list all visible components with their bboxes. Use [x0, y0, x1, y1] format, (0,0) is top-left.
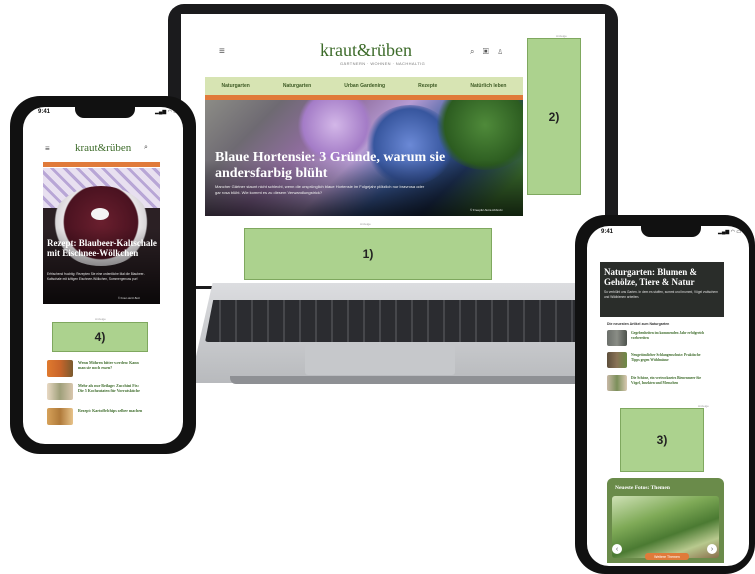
left-phone-logo[interactable]: kraut&rüben — [75, 142, 131, 154]
nav-item-rezepte[interactable]: Rezepte — [418, 83, 437, 89]
right-phone-hero-title[interactable]: Naturgarten: Blumen & Gehölze, Tiere & N… — [604, 267, 724, 287]
ad-slot-3[interactable]: 3) — [620, 408, 704, 472]
ad-slot-1-label: 1) — [362, 247, 374, 261]
more-topics-button[interactable]: Weitere Themen — [645, 553, 689, 560]
left-phone-menu-icon[interactable]: ≡ — [45, 144, 50, 153]
carousel-prev-icon[interactable]: ‹ — [612, 544, 622, 554]
right-phone-time: 9:41 — [601, 229, 614, 235]
list-item-thumbnail[interactable] — [47, 383, 73, 400]
ad-slot-4-label: 4) — [94, 330, 106, 344]
right-phone-status-icons: ▂▄▆ ◠ ▭ — [718, 229, 742, 235]
ad-slot-3-label: 3) — [656, 433, 668, 447]
carousel-next-icon-glyph: › — [710, 545, 714, 553]
laptop-header-icons[interactable]: ⌕ ▣ ♙ — [470, 47, 506, 57]
left-phone-hero-text: Erfrischend fruchtig: Rezepten Sie eine … — [47, 272, 145, 281]
ad-slot-2-label: 2) — [548, 109, 560, 124]
ad-slot-4[interactable]: 4) — [52, 322, 148, 352]
laptop-menu-icon[interactable]: ≡ — [219, 46, 225, 57]
left-phone-status-icons: ▂▄▆ ◠ ▭ — [155, 109, 179, 115]
meringue-cloud — [91, 208, 109, 220]
laptop-trackpad — [305, 345, 455, 375]
list-item-title[interactable]: Wenn Möhren bitter werden: Kann man sie … — [78, 360, 144, 370]
left-phone-notch — [75, 104, 135, 118]
right-phone-notch — [641, 222, 701, 237]
list-item-title[interactable]: Neugetümlicher Schlangenschutz: Praktisc… — [631, 353, 709, 362]
ad-label: Anzeige — [360, 222, 371, 226]
left-phone-hero-credit: © Kraut-Hertz-Betz — [118, 297, 140, 300]
laptop-tagline: GÄRTNERN · WOHNEN · NACHHALTIG — [340, 61, 426, 66]
right-phone-section-title: Die neuesten Artikel zum Naturgarten — [607, 322, 670, 326]
list-item-title[interactable]: Rezept: Kartoffelchips selber machen — [78, 408, 144, 413]
laptop-logo[interactable]: kraut&rüben — [320, 40, 412, 61]
list-item-thumbnail[interactable] — [47, 408, 73, 425]
nav-item-naturgarten[interactable]: Naturgarten — [222, 83, 250, 89]
more-topics-button-label: Weitere Themen — [654, 554, 680, 559]
laptop-hero-credit: © Freepik/ Akira Abbrobi — [470, 208, 503, 212]
left-phone-orange-strip — [43, 162, 160, 167]
list-item-title[interactable]: Die Schöne, ein vertrocknetes Bienenmeer… — [631, 376, 709, 385]
ad-slot-1[interactable]: 1) — [244, 228, 492, 280]
list-item-thumbnail[interactable] — [47, 360, 73, 377]
right-phone-teaser-title: Neueste Fotos: Themen — [615, 485, 670, 491]
laptop-hero-title[interactable]: Blaue Hortensie: 3 Gründe, warum sie and… — [215, 150, 515, 182]
left-phone-hero-image[interactable] — [43, 168, 160, 304]
garden-photo[interactable] — [612, 496, 719, 558]
laptop-nav-bar: Naturgarten Naturgarten Urban Gardening … — [205, 77, 523, 95]
laptop-keyboard — [205, 300, 615, 342]
nav-item-naturgarten-2[interactable]: Naturgarten — [283, 83, 311, 89]
left-phone-time: 9:41 — [38, 109, 51, 115]
right-phone-hero-text: So verblüht uns Garten. In dem es stuffe… — [604, 290, 719, 299]
list-item-title[interactable]: Gegebenheiten im kommenden Jahr erfolgre… — [631, 331, 709, 340]
list-item-thumbnail[interactable] — [607, 330, 627, 346]
ad-label: Anzeige — [95, 317, 106, 321]
laptop-front-edge — [230, 376, 600, 384]
left-phone-hero-title[interactable]: Rezept: Blaubeer-Kaltschale mit Eischnee… — [47, 238, 157, 258]
carousel-prev-icon-glyph: ‹ — [615, 545, 619, 553]
carousel-next-icon[interactable]: › — [707, 544, 717, 554]
list-item-title[interactable]: Mehr als nur Beilage: Zucchini Fix: Die … — [78, 383, 144, 393]
laptop-hero-text: Mancher Gärtner staunt nicht schlecht, w… — [215, 184, 425, 195]
ad-slot-2[interactable]: 2) — [527, 38, 581, 195]
search-icon[interactable]: ⌕ — [144, 144, 148, 152]
nav-item-natuerlich-leben[interactable]: Natürlich leben — [470, 83, 506, 89]
nav-item-urban-gardening[interactable]: Urban Gardening — [344, 83, 385, 89]
list-item-thumbnail[interactable] — [607, 375, 627, 391]
list-item-thumbnail[interactable] — [607, 352, 627, 368]
